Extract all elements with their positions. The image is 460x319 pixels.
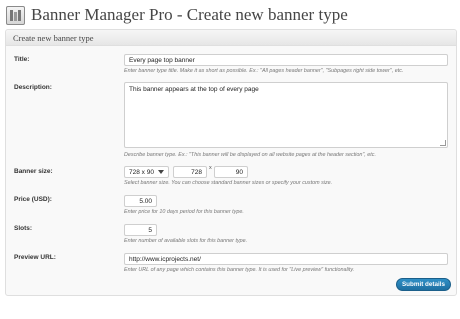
- banner-size-selected: 728 x 90: [129, 168, 154, 176]
- slots-label: Slots:: [14, 225, 33, 232]
- description-hint: Describe banner type. Ex.: "This banner …: [124, 152, 376, 158]
- title-label: Title:: [14, 56, 30, 63]
- slots-hint: Enter number of available slots for this…: [124, 238, 248, 244]
- description-value: This banner appears at the top of every …: [129, 86, 259, 93]
- description-label: Description:: [14, 84, 52, 91]
- title-hint: Enter banner type title. Make it as shor…: [124, 68, 404, 74]
- banner-size-hint: Select banner size. You can choose stand…: [124, 180, 333, 186]
- banner-height-input[interactable]: 90: [214, 166, 248, 178]
- resize-grip-icon[interactable]: [440, 140, 446, 146]
- price-input[interactable]: 5.00: [124, 195, 157, 207]
- title-input[interactable]: Every page top banner: [124, 54, 448, 66]
- preview-url-hint: Enter URL of any page which contains thi…: [124, 267, 355, 273]
- price-hint: Enter price for 10 days period for this …: [124, 209, 244, 215]
- settings-icon: [6, 5, 25, 25]
- preview-url-label: Preview URL:: [14, 254, 56, 261]
- banner-size-label: Banner size:: [14, 168, 53, 175]
- description-textarea[interactable]: This banner appears at the top of every …: [124, 82, 448, 148]
- banner-size-select[interactable]: 728 x 90: [124, 166, 169, 178]
- slots-input[interactable]: 5: [124, 224, 157, 236]
- size-separator: x: [209, 165, 212, 171]
- page-title: Banner Manager Pro - Create new banner t…: [31, 5, 348, 24]
- chevron-down-icon: [158, 169, 164, 176]
- page-header: Banner Manager Pro - Create new banner t…: [6, 4, 348, 26]
- submit-details-button[interactable]: Submit details: [396, 278, 451, 291]
- preview-url-input[interactable]: http://www.icprojects.net/: [124, 253, 448, 265]
- panel-title: Create new banner type: [6, 30, 456, 46]
- banner-width-input[interactable]: 728: [173, 166, 207, 178]
- price-label: Price (USD):: [14, 196, 52, 203]
